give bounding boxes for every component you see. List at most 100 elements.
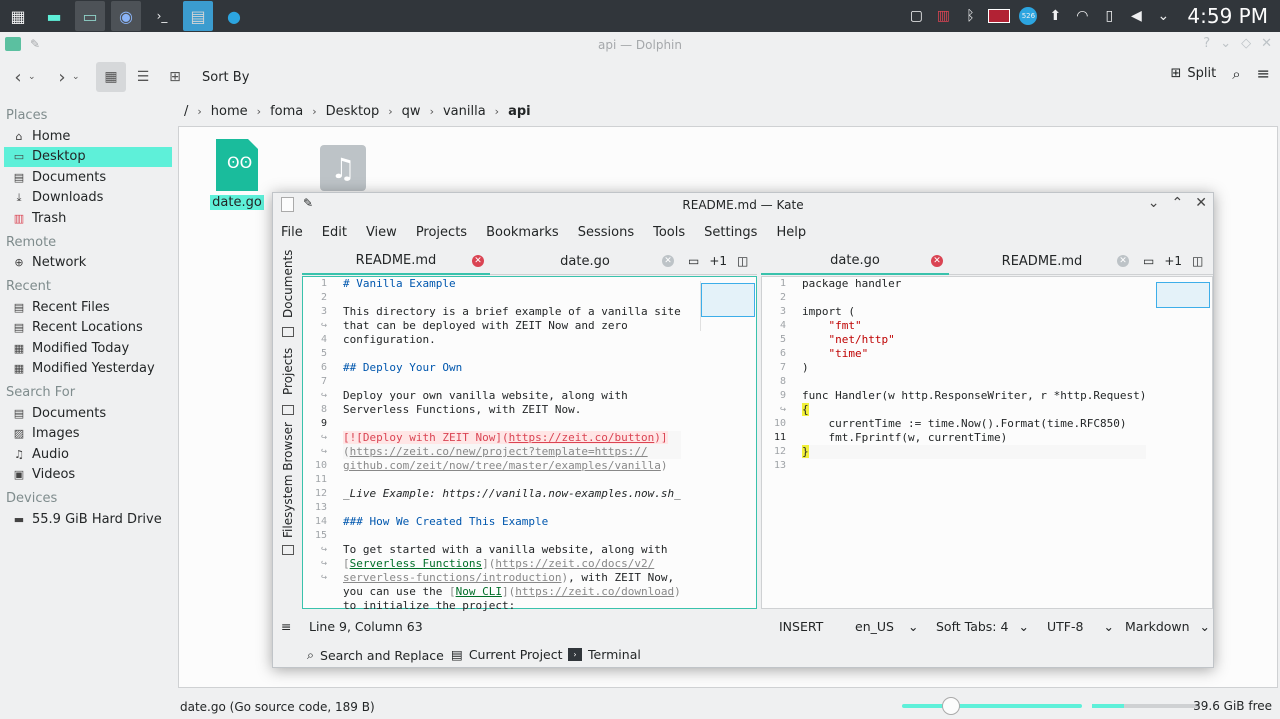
breadcrumb-item[interactable]: Desktop [326, 104, 380, 119]
breadcrumb-item[interactable]: vanilla [443, 104, 486, 119]
icons-view-button[interactable]: ▦ [96, 62, 126, 92]
kate-app-icon[interactable] [281, 197, 294, 212]
sort-by-button[interactable]: Sort By [202, 70, 249, 85]
places-item[interactable]: ▣ Videos [4, 465, 172, 486]
places-item[interactable]: ▦ Modified Today [4, 338, 172, 359]
close-tab-icon[interactable]: ✕ [1117, 255, 1129, 267]
minimize-icon[interactable]: ⌄ [1220, 36, 1231, 51]
trash-tray-icon[interactable]: ▥ [934, 7, 952, 25]
back-button[interactable]: ‹ [8, 64, 28, 90]
app-launcher-icon[interactable]: ▦ [3, 1, 33, 31]
zoom-slider[interactable] [902, 697, 1082, 715]
breadcrumb-item[interactable]: qw [402, 104, 421, 119]
input-mode[interactable]: INSERT [779, 619, 823, 634]
places-item[interactable]: ▥ Trash [4, 208, 172, 229]
tab-readme-md[interactable]: README.md ✕ [949, 248, 1135, 275]
menu-file[interactable]: File [281, 225, 312, 240]
maximize-icon[interactable]: ⌃ [1172, 195, 1184, 211]
places-item[interactable]: ▤ Recent Files [4, 297, 172, 318]
help-icon[interactable]: ? [1203, 36, 1210, 51]
tab-date-go[interactable]: date.go ✕ [490, 248, 680, 275]
split-view-icon[interactable]: ◫ [737, 254, 748, 268]
clipboard-icon[interactable]: ▯ [1100, 7, 1118, 25]
bluetooth-icon[interactable]: ᛒ [961, 7, 979, 25]
places-item[interactable]: ▤ Documents [4, 167, 172, 188]
chevron-down-icon[interactable]: ⌄ [72, 72, 84, 82]
minimap-viewport[interactable] [701, 283, 755, 317]
places-item[interactable]: ⊕ Network [4, 253, 172, 274]
menu-edit[interactable]: Edit [322, 225, 356, 240]
menu-help[interactable]: Help [776, 225, 815, 240]
document-menu-icon[interactable]: ≡ [281, 619, 291, 634]
dolphin-titlebar[interactable]: ✎ api — Dolphin ? ⌄ ◇ ✕ [0, 32, 1280, 58]
breadcrumb-separator-icon[interactable]: › [495, 105, 499, 118]
side-tab-documents[interactable]: Documents [277, 249, 299, 319]
breadcrumb-separator-icon[interactable]: › [430, 105, 434, 118]
menu-projects[interactable]: Projects [416, 225, 476, 240]
file-item-audio[interactable]: ♫ [313, 145, 373, 191]
menu-tools[interactable]: Tools [653, 225, 694, 240]
maximize-icon[interactable]: ◇ [1241, 36, 1251, 51]
breadcrumb-item[interactable]: api [508, 104, 531, 119]
zoom-slider-handle[interactable] [942, 697, 960, 715]
dictionary-select[interactable]: en_US ⌄ [855, 619, 918, 634]
hidden-tabs-count[interactable]: +1 [1164, 254, 1182, 268]
compact-view-button[interactable]: ☰ [128, 62, 158, 92]
places-item[interactable]: ▨ Images [4, 424, 172, 445]
kate-task-icon[interactable]: ▤ [183, 1, 213, 31]
close-tab-icon[interactable]: ✕ [662, 255, 674, 267]
hidden-tabs-count[interactable]: +1 [709, 254, 727, 268]
pin-icon[interactable]: ✎ [30, 37, 40, 51]
terminal-button[interactable]: › Terminal [568, 647, 641, 662]
show-desktop-icon[interactable]: ▬ [39, 1, 69, 31]
chrome-task-icon[interactable]: ◉ [111, 1, 141, 31]
menu-view[interactable]: View [366, 225, 406, 240]
close-tab-icon[interactable]: ✕ [931, 255, 943, 267]
volume-icon[interactable]: ◀ [1127, 7, 1145, 25]
minimize-icon[interactable]: ⌄ [1148, 195, 1160, 211]
minimap[interactable] [700, 281, 756, 331]
kate-titlebar[interactable]: ✎ README.md — Kate ⌄ ⌃ ✕ [273, 193, 1213, 217]
menu-bookmarks[interactable]: Bookmarks [486, 225, 568, 240]
forward-button[interactable]: › [52, 64, 72, 90]
window-icon[interactable]: ▢ [907, 7, 925, 25]
current-project-button[interactable]: ▤ Current Project [451, 647, 563, 662]
places-item[interactable]: ▤ Recent Locations [4, 318, 172, 339]
tab-date-go[interactable]: date.go ✕ [761, 248, 949, 275]
clock[interactable]: 4:59 PM [1187, 4, 1268, 28]
tab-readme-md[interactable]: README.md ✕ [302, 248, 490, 275]
new-tab-icon[interactable]: ▭ [688, 254, 699, 268]
details-view-button[interactable]: ⊞ [160, 62, 190, 92]
syntax-select[interactable]: Markdown ⌄ [1125, 619, 1210, 634]
places-item[interactable]: ♫ Audio [4, 444, 172, 465]
telegram-tray-icon[interactable]: 526 [1019, 7, 1038, 25]
places-item[interactable]: ▭ Desktop [4, 146, 172, 167]
editor-text[interactable]: package handler import ( "fmt" "net/http… [802, 277, 1147, 473]
places-item[interactable]: ⌂ Home [4, 126, 172, 147]
editor-date-go[interactable]: 1 2 3 4 5 6 7 8 9 ↪ 10 11 12 13 package handler impor… [761, 276, 1213, 609]
file-manager-task-icon[interactable]: ▭ [75, 1, 105, 31]
editor-readme[interactable]: 1 2 3 ↪ 4 5 6 7 ↪ 8 9 ↪ ↪ 10 11 12 13 14 15 ↪ ↪ ↪ # Vanilla E… [302, 276, 757, 612]
menu-icon[interactable]: ≡ [1257, 64, 1270, 83]
keyboard-layout-flag-icon[interactable] [988, 9, 1011, 23]
search-icon[interactable]: ⌕ [1232, 65, 1240, 83]
places-item[interactable]: ▤ Documents [4, 403, 172, 424]
editor-text[interactable]: # Vanilla Example This directory is a br… [343, 277, 681, 613]
close-icon[interactable]: ✕ [1195, 195, 1207, 211]
chevron-down-icon[interactable]: ⌄ [28, 72, 40, 82]
places-item[interactable]: ▦ Modified Yesterday [4, 359, 172, 380]
menu-settings[interactable]: Settings [704, 225, 766, 240]
pin-icon[interactable]: ✎ [303, 196, 313, 210]
tray-expand-icon[interactable]: ⌄ [1154, 7, 1172, 25]
breadcrumb-separator-icon[interactable]: › [197, 105, 201, 118]
split-button[interactable]: ⊞ Split [1170, 66, 1216, 81]
split-view-icon[interactable]: ◫ [1192, 254, 1203, 268]
file-item-date-go[interactable]: ʘʘ date.go [207, 139, 267, 210]
menu-sessions[interactable]: Sessions [578, 225, 643, 240]
breadcrumb-separator-icon[interactable]: › [257, 105, 261, 118]
close-tab-icon[interactable]: ✕ [472, 255, 484, 267]
breadcrumb-separator-icon[interactable]: › [312, 105, 316, 118]
line-column[interactable]: Line 9, Column 63 [309, 619, 423, 634]
breadcrumb-item[interactable]: / [184, 104, 188, 119]
places-item[interactable]: ⤓ Downloads [4, 188, 172, 209]
